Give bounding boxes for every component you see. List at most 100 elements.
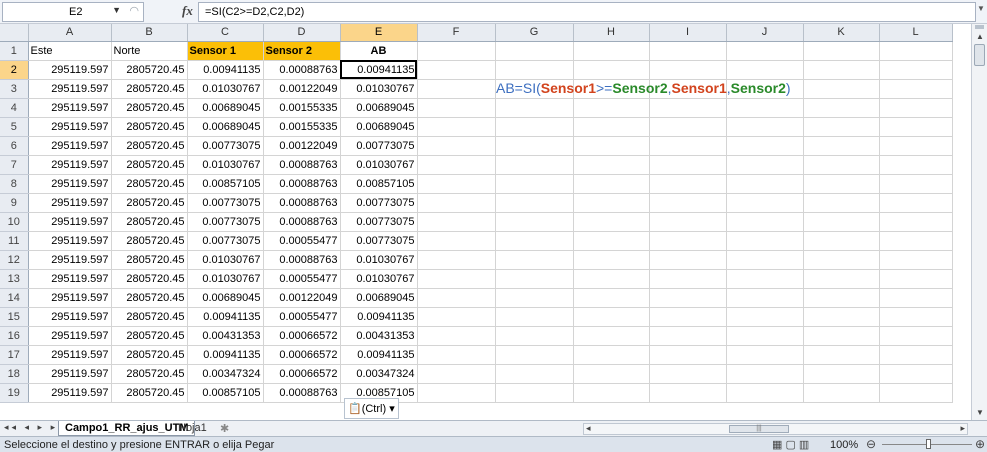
cell[interactable]	[495, 364, 574, 384]
row-header[interactable]: 10	[0, 212, 29, 232]
cell[interactable]	[649, 288, 727, 308]
cell-sensor1[interactable]: 0.00857105	[187, 383, 264, 403]
cell-ab[interactable]: 0.00689045	[340, 288, 418, 308]
cell-sensor1[interactable]: 0.00857105	[187, 174, 264, 194]
cell[interactable]	[803, 326, 880, 346]
cell-sensor1[interactable]: 0.00347324	[187, 364, 264, 384]
cell[interactable]	[417, 212, 496, 232]
row-header[interactable]: 13	[0, 269, 29, 289]
cell[interactable]	[649, 231, 727, 251]
cell-norte[interactable]: 2805720.45	[111, 269, 188, 289]
cell[interactable]	[649, 117, 727, 137]
cell-sensor1[interactable]: 0.01030767	[187, 250, 264, 270]
cell-sensor1[interactable]: 0.00773075	[187, 212, 264, 232]
cell-sensor2[interactable]: 0.00122049	[263, 79, 341, 99]
cell[interactable]	[649, 41, 727, 61]
cell[interactable]	[417, 288, 496, 308]
cell-norte[interactable]: 2805720.45	[111, 326, 188, 346]
cell[interactable]	[649, 364, 727, 384]
cell[interactable]	[495, 231, 574, 251]
cell[interactable]	[726, 41, 804, 61]
cell[interactable]	[495, 288, 574, 308]
cell-norte[interactable]: 2805720.45	[111, 288, 188, 308]
cell-ab[interactable]: 0.00941135	[340, 60, 418, 80]
row-header[interactable]: 14	[0, 288, 29, 308]
cell[interactable]	[649, 326, 727, 346]
row-header[interactable]: 5	[0, 117, 29, 137]
column-header[interactable]: A	[28, 24, 112, 42]
cell[interactable]	[803, 212, 880, 232]
fx-icon[interactable]: fx	[182, 3, 193, 19]
cell[interactable]	[417, 136, 496, 156]
name-box[interactable]: E2 ▼ ◠	[2, 2, 144, 22]
cell-este[interactable]: 295119.597	[28, 250, 112, 270]
cell[interactable]	[803, 364, 880, 384]
cell[interactable]	[879, 79, 953, 99]
cell[interactable]	[495, 307, 574, 327]
cell-norte[interactable]: 2805720.45	[111, 383, 188, 403]
row-header[interactable]: 15	[0, 307, 29, 327]
cell-sensor2[interactable]: 0.00155335	[263, 98, 341, 118]
cell-sensor2[interactable]: 0.00122049	[263, 288, 341, 308]
scroll-right-icon[interactable]: ▸	[960, 423, 965, 434]
cell[interactable]	[573, 326, 650, 346]
cell-sensor1[interactable]: 0.00941135	[187, 345, 264, 365]
cell[interactable]	[417, 155, 496, 175]
row-header[interactable]: 4	[0, 98, 29, 118]
scroll-left-icon[interactable]: ◂	[586, 423, 591, 434]
sheet-nav-icons[interactable]: ◂◂ ◂ ▸ ▸▸	[4, 422, 66, 433]
cell-norte[interactable]: 2805720.45	[111, 155, 188, 175]
cell[interactable]	[726, 326, 804, 346]
cell[interactable]	[417, 383, 496, 403]
cell[interactable]	[726, 136, 804, 156]
cell[interactable]	[573, 307, 650, 327]
insert-sheet-icon[interactable]: ✱	[214, 421, 235, 436]
cell[interactable]	[495, 345, 574, 365]
cell-ab[interactable]: 0.01030767	[340, 79, 418, 99]
cell-norte[interactable]: 2805720.45	[111, 307, 188, 327]
cell-este[interactable]: 295119.597	[28, 117, 112, 137]
cell[interactable]	[573, 212, 650, 232]
row-header[interactable]: 2	[0, 60, 29, 80]
cell-header-norte[interactable]: Norte	[111, 41, 188, 61]
cell[interactable]	[879, 41, 953, 61]
cell-norte[interactable]: 2805720.45	[111, 364, 188, 384]
cell-sensor1[interactable]: 0.00941135	[187, 60, 264, 80]
cell[interactable]	[803, 307, 880, 327]
view-buttons-icon[interactable]: ▦ ▢ ▥	[772, 438, 809, 451]
cell[interactable]	[879, 288, 953, 308]
cell[interactable]	[495, 117, 574, 137]
cell[interactable]	[649, 155, 727, 175]
zoom-in-icon[interactable]: ⊕	[975, 437, 985, 451]
cell[interactable]	[803, 60, 880, 80]
cell-ab[interactable]: 0.01030767	[340, 269, 418, 289]
cell[interactable]	[879, 307, 953, 327]
cell-norte[interactable]: 2805720.45	[111, 345, 188, 365]
column-header[interactable]: D	[263, 24, 341, 42]
cell[interactable]	[803, 269, 880, 289]
vertical-scrollbar[interactable]: ▲ ▼	[971, 24, 987, 420]
cell[interactable]	[803, 79, 880, 99]
cell[interactable]	[726, 250, 804, 270]
cell[interactable]	[649, 60, 727, 80]
cell[interactable]	[495, 326, 574, 346]
cell[interactable]	[649, 383, 727, 403]
cell[interactable]	[417, 98, 496, 118]
cell[interactable]	[879, 364, 953, 384]
cell[interactable]	[726, 364, 804, 384]
cell[interactable]	[803, 174, 880, 194]
cell[interactable]	[573, 60, 650, 80]
cell[interactable]	[495, 269, 574, 289]
tab-hoja1[interactable]: Hoja1	[172, 421, 213, 436]
cell-header-sensor2[interactable]: Sensor 2	[263, 41, 341, 61]
cell-este[interactable]: 295119.597	[28, 193, 112, 213]
cell-este[interactable]: 295119.597	[28, 269, 112, 289]
cell[interactable]	[573, 136, 650, 156]
row-header[interactable]: 3	[0, 79, 29, 99]
cell-norte[interactable]: 2805720.45	[111, 60, 188, 80]
cell[interactable]	[495, 212, 574, 232]
cell-ab[interactable]: 0.00941135	[340, 307, 418, 327]
column-header[interactable]: B	[111, 24, 188, 42]
cell-ab[interactable]: 0.00431353	[340, 326, 418, 346]
cell-ab[interactable]: 0.00941135	[340, 345, 418, 365]
